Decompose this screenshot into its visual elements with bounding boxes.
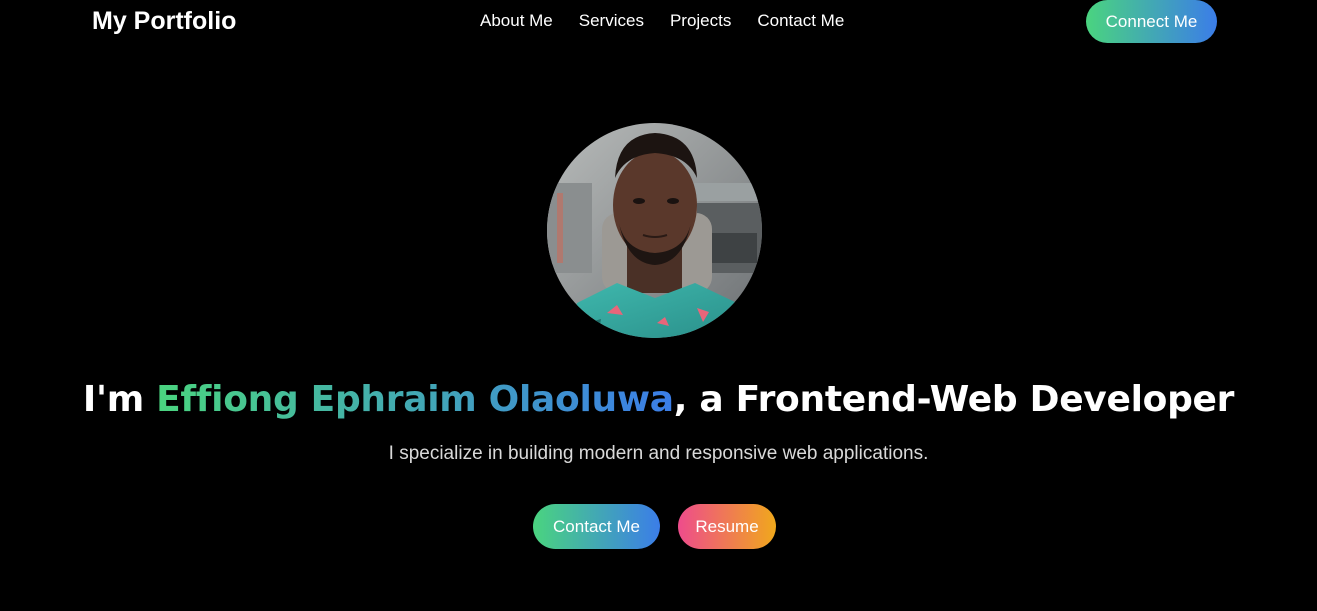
- brand-logo[interactable]: My Portfolio: [92, 5, 236, 37]
- connect-button[interactable]: Connect Me: [1086, 0, 1217, 43]
- headline-suffix: , a Frontend-Web Developer: [673, 379, 1235, 420]
- headline-prefix: I'm: [82, 379, 157, 420]
- portfolio-page: My Portfolio About Me Services Projects …: [0, 0, 1317, 611]
- profile-photo: [547, 123, 762, 338]
- resume-button[interactable]: Resume: [678, 504, 776, 549]
- contact-me-button[interactable]: Contact Me: [533, 504, 660, 549]
- hero-headline: I'm Effiong Ephraim Olaoluwa, a Frontend…: [0, 376, 1317, 424]
- nav-link-about[interactable]: About Me: [480, 10, 553, 32]
- nav-link-services[interactable]: Services: [579, 10, 644, 32]
- nav-link-contact[interactable]: Contact Me: [757, 10, 844, 32]
- nav-links: About Me Services Projects Contact Me: [480, 10, 844, 32]
- developer-name: Effiong Ephraim Olaoluwa: [156, 379, 674, 420]
- navbar: My Portfolio About Me Services Projects …: [0, 0, 1317, 43]
- hero-tagline: I specialize in building modern and resp…: [388, 443, 929, 464]
- avatar-image: [547, 123, 762, 338]
- nav-link-projects[interactable]: Projects: [670, 10, 731, 32]
- hero-cta-row: Contact Me Resume: [533, 504, 776, 549]
